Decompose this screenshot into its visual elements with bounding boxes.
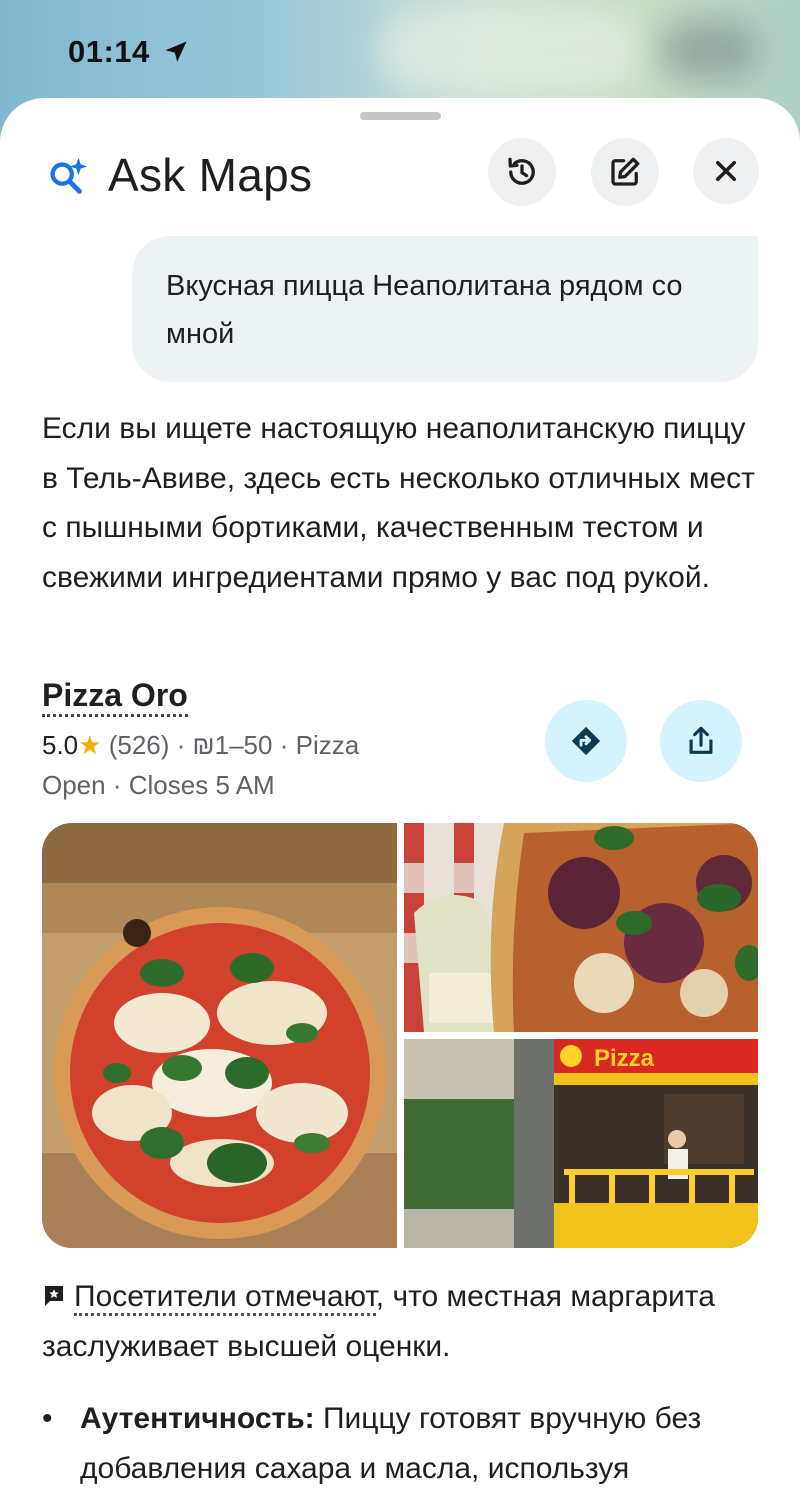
storefront-image: Pizza: [404, 1039, 758, 1248]
sparkle-search-icon: [50, 157, 88, 194]
map-blur-shape: [660, 20, 760, 80]
close-button[interactable]: [693, 138, 759, 204]
place-name-link[interactable]: Pizza Oro: [42, 676, 188, 717]
share-button[interactable]: [660, 700, 742, 782]
list-item-title: Аутентичность:: [80, 1402, 315, 1435]
pizza-closeup-image: [404, 823, 758, 1032]
visitor-mentions: Посетители отмечают, что местная маргари…: [42, 1272, 762, 1372]
star-icon: ★: [78, 730, 102, 760]
bullet-marker: •: [42, 1402, 53, 1435]
new-chat-button[interactable]: [591, 138, 659, 206]
user-message-bubble: Вкусная пицца Неаполитана рядом со мной: [132, 236, 758, 382]
separator: ·: [112, 770, 122, 800]
directions-button[interactable]: [545, 700, 627, 782]
review-count: (526): [108, 730, 170, 760]
place-photo-gallery[interactable]: Pizza: [42, 823, 758, 1248]
open-status: Open: [42, 770, 106, 800]
closing-time: Closes 5 AM: [128, 770, 275, 800]
visitor-mentions-link[interactable]: Посетители отмечают: [74, 1280, 376, 1316]
rating-value: 5.0: [42, 730, 79, 760]
place-meta: 5.0★ (526) · ₪1–50 · Pizza: [42, 730, 359, 761]
sheet-drag-handle[interactable]: [360, 112, 441, 120]
photo-margherita[interactable]: [42, 823, 397, 1248]
photo-pizza-closeup[interactable]: [404, 823, 758, 1032]
close-icon: [715, 160, 737, 182]
pizza-photo-image: [42, 823, 397, 1248]
review-badge-icon: [45, 1286, 63, 1306]
separator: ·: [279, 730, 289, 760]
ask-maps-sheet: Ask Maps Вкусная пицца Неаполитана рядом…: [0, 98, 800, 1501]
storefront-sign-text: Pizza: [594, 1045, 655, 1072]
location-arrow-icon: [165, 41, 187, 62]
edit-icon: [611, 157, 640, 186]
photo-storefront[interactable]: Pizza: [404, 1039, 758, 1248]
history-button[interactable]: [488, 138, 556, 206]
price-range: ₪1–50: [192, 730, 273, 760]
place-category: Pizza: [295, 730, 360, 760]
status-time: 01:14: [68, 34, 150, 69]
place-hours: Open · Closes 5 AM: [42, 770, 275, 801]
map-blur-shape: [380, 10, 640, 90]
separator: ·: [176, 730, 186, 760]
share-icon: [689, 726, 713, 754]
history-icon: [508, 157, 535, 185]
page-title: Ask Maps: [108, 149, 313, 201]
list-item-text: Аутентичность: Пиццу готовят вручную без…: [80, 1394, 770, 1494]
directions-icon: [571, 726, 601, 756]
assistant-answer: Если вы ищете настоящую неаполитанскую п…: [42, 412, 755, 594]
